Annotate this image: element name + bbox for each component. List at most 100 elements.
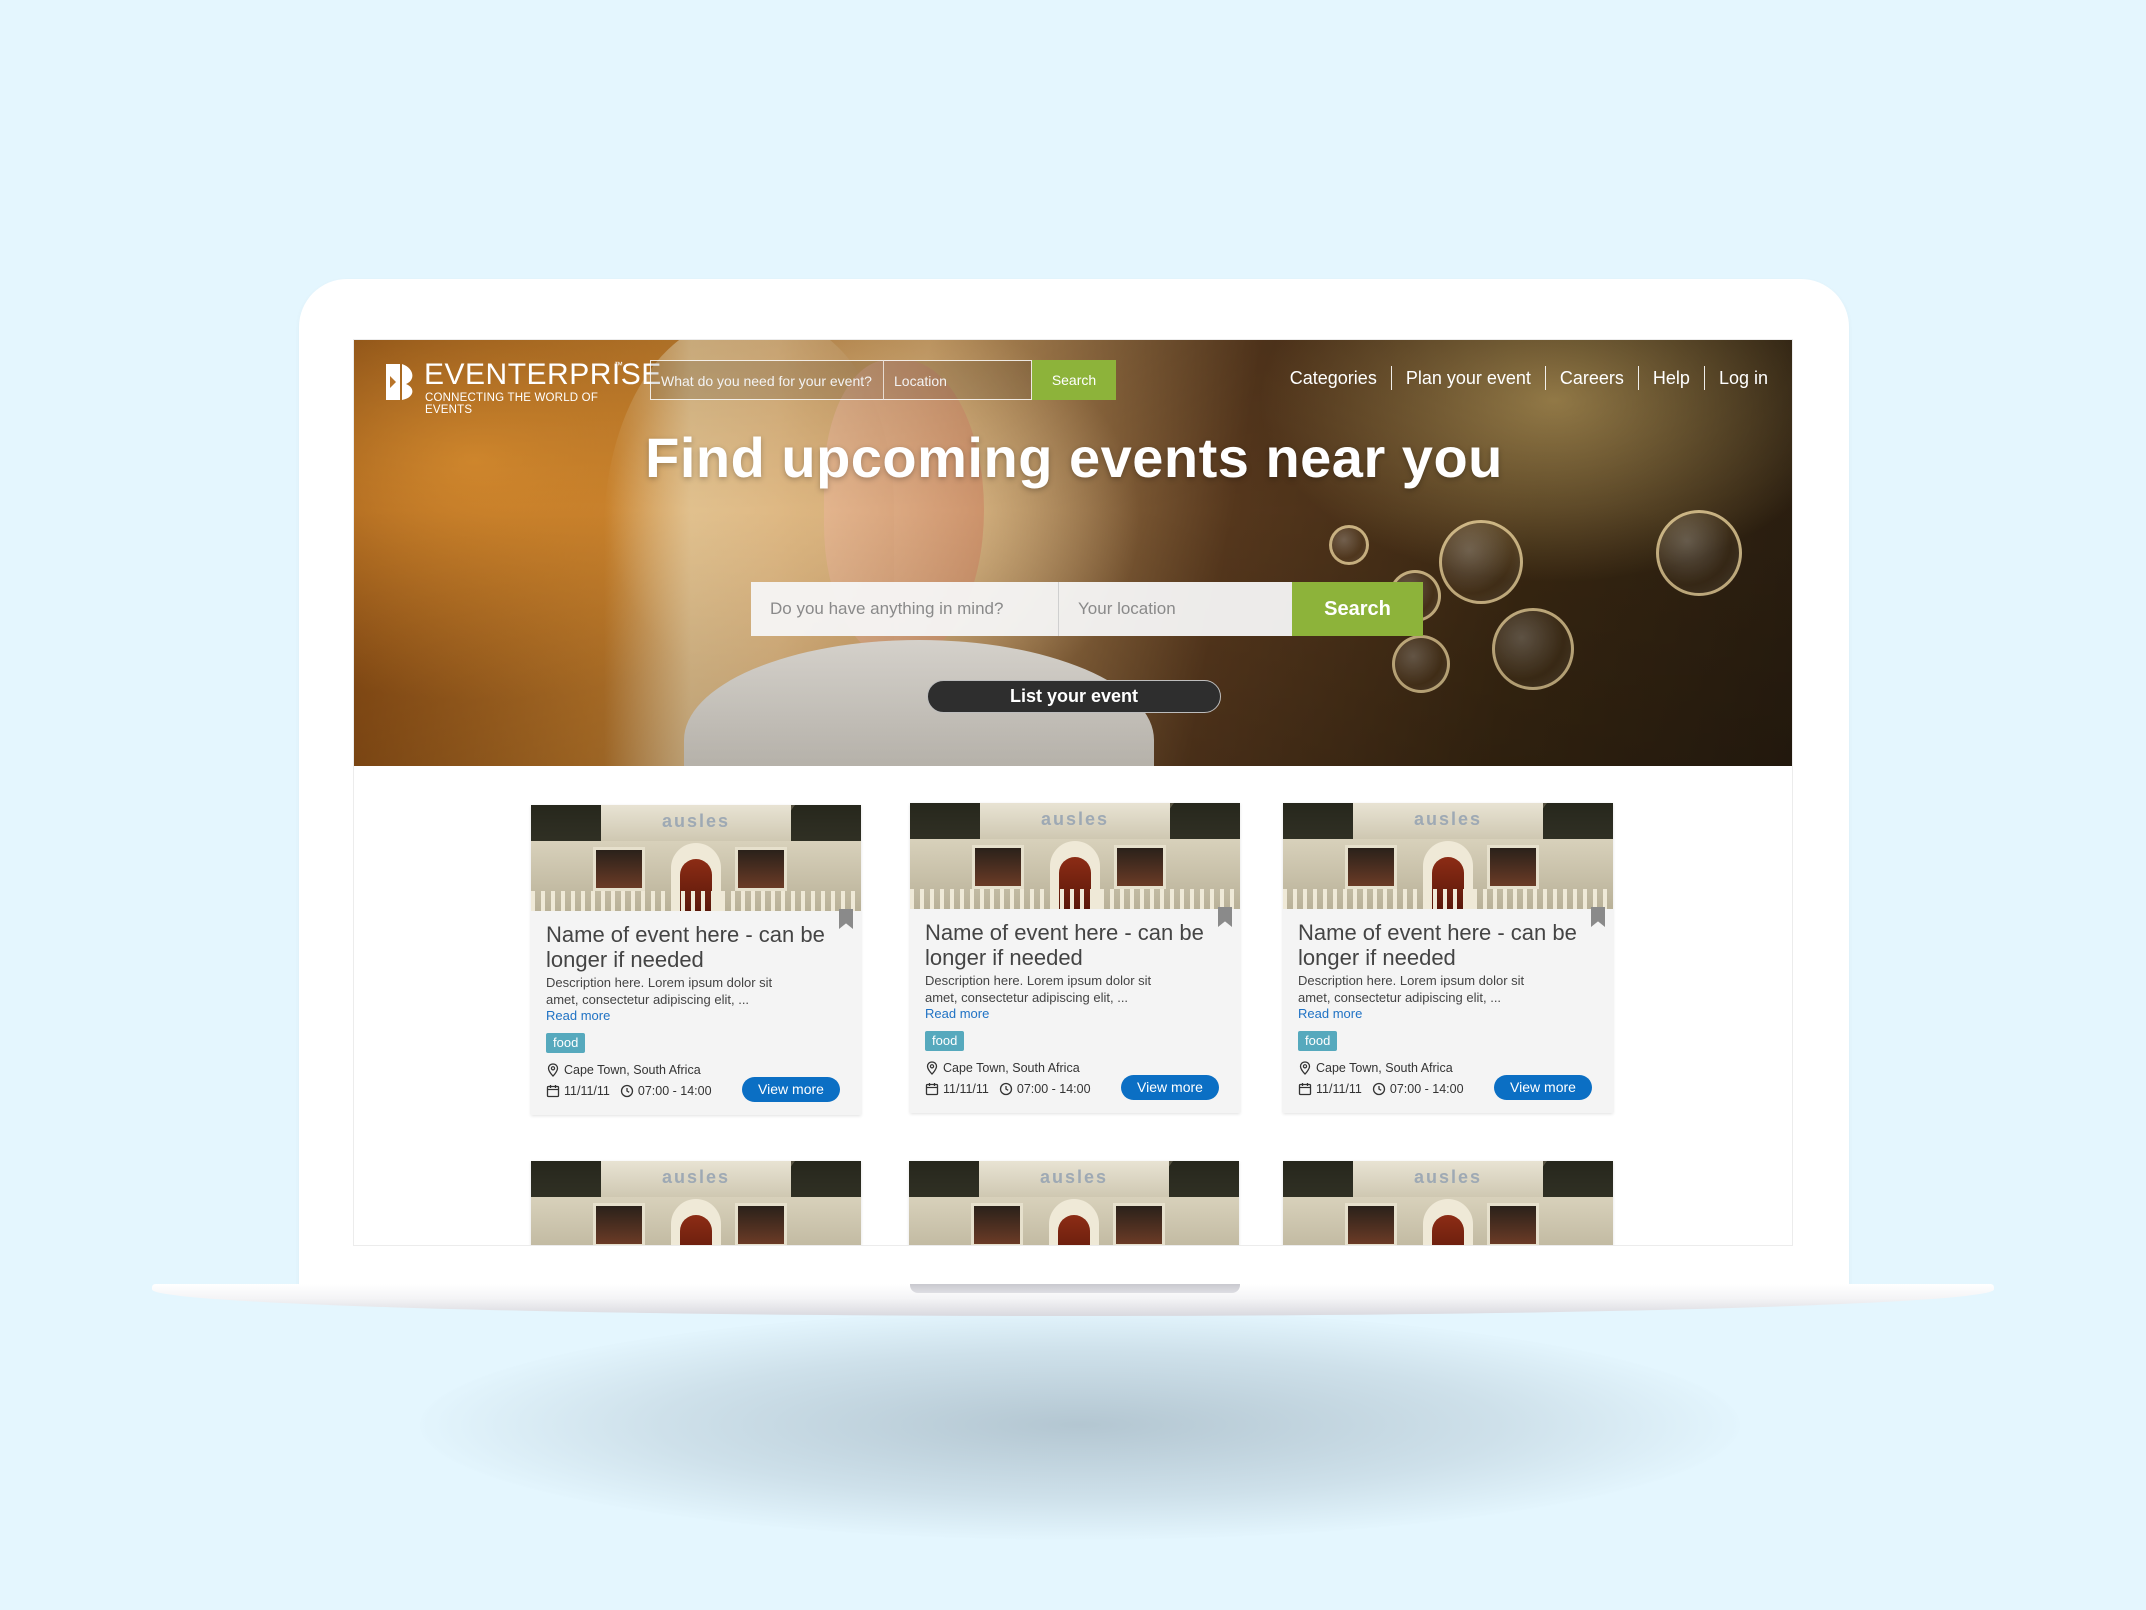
event-time: 07:00 - 14:00: [1389, 1082, 1464, 1096]
hero-search-button[interactable]: Search: [1292, 582, 1423, 636]
building-window: [1345, 845, 1397, 889]
building-sign: ausles: [1039, 1167, 1109, 1187]
top-nav: Categories Plan your event Careers Help …: [1276, 366, 1768, 390]
building-door: [1432, 1215, 1464, 1245]
event-datetime: 11/11/11 07:00 - 14:00: [546, 1084, 712, 1098]
event-card[interactable]: ausles: [1283, 1161, 1613, 1245]
building-door: [680, 1215, 712, 1245]
event-date: 11/11/11: [564, 1084, 610, 1098]
calendar-icon: [546, 1085, 560, 1098]
event-card[interactable]: ausles: [909, 1161, 1239, 1245]
building-roof: ausles: [980, 803, 1170, 839]
event-time: 07:00 - 14:00: [1016, 1082, 1091, 1096]
building-window: [1487, 1203, 1539, 1245]
building-door: [1058, 1215, 1090, 1245]
event-location-text: Cape Town, South Africa: [564, 1063, 701, 1077]
event-image[interactable]: ausles: [531, 1161, 861, 1245]
category-tag[interactable]: food: [1298, 1031, 1338, 1051]
nav-categories[interactable]: Categories: [1276, 366, 1391, 390]
building-fence: [1283, 889, 1613, 909]
view-more-button[interactable]: View more: [1494, 1075, 1592, 1100]
building-window: [1113, 1203, 1165, 1245]
calendar-icon: [1298, 1083, 1312, 1096]
event-title[interactable]: Name of event here - can be longer if ne…: [1298, 920, 1608, 970]
clock-icon: [620, 1084, 634, 1098]
building-window: [971, 1203, 1023, 1245]
event-card[interactable]: ausles Name of event here - can be longe…: [531, 805, 861, 1115]
hero-location-input[interactable]: Your location: [1059, 582, 1292, 636]
building-sign: ausles: [661, 811, 731, 831]
event-image[interactable]: ausles: [910, 803, 1240, 909]
event-image[interactable]: ausles: [1283, 1161, 1613, 1245]
read-more-link[interactable]: Read more: [925, 1006, 989, 1021]
building-window: [1114, 845, 1166, 889]
building-roof: ausles: [1353, 803, 1543, 839]
event-description: Description here. Lorem ipsum dolor sit …: [1298, 973, 1525, 1005]
event-image[interactable]: ausles: [531, 805, 861, 911]
header-location-input[interactable]: Location: [884, 360, 1032, 400]
building-roof: ausles: [1353, 1161, 1543, 1197]
event-image[interactable]: ausles: [909, 1161, 1239, 1245]
map-pin-icon: [547, 1063, 559, 1077]
nav-plan-your-event[interactable]: Plan your event: [1390, 366, 1545, 390]
header-search-bar: What do you need for your event? Locatio…: [650, 360, 1116, 400]
laptop-notch: [910, 1284, 1240, 1293]
event-card[interactable]: ausles Name of event here - can be longe…: [1283, 803, 1613, 1113]
building-window: [735, 847, 787, 891]
nav-help[interactable]: Help: [1637, 366, 1704, 390]
building-sign: ausles: [661, 1167, 731, 1187]
nav-log-in[interactable]: Log in: [1703, 366, 1768, 390]
category-tag[interactable]: food: [546, 1033, 586, 1053]
building-roof: ausles: [979, 1161, 1169, 1197]
event-datetime: 11/11/11 07:00 - 14:00: [925, 1082, 1091, 1096]
calendar-icon: [925, 1083, 939, 1096]
event-card[interactable]: ausles Name of event here - can be longe…: [910, 803, 1240, 1113]
event-time: 07:00 - 14:00: [637, 1084, 712, 1098]
header-search-button[interactable]: Search: [1032, 360, 1116, 400]
event-location: Cape Town, South Africa: [925, 1061, 1080, 1075]
event-title[interactable]: Name of event here - can be longer if ne…: [546, 922, 856, 972]
eventerprise-logo-icon: [386, 364, 413, 400]
hero-banner: EVENTERPRISE ™ CONNECTING THE WORLD OF E…: [354, 340, 1792, 766]
building-fence: [531, 891, 861, 911]
event-location: Cape Town, South Africa: [546, 1063, 701, 1077]
map-pin-icon: [926, 1061, 938, 1075]
view-more-button[interactable]: View more: [742, 1077, 840, 1102]
view-more-button[interactable]: View more: [1121, 1075, 1219, 1100]
list-your-event-button[interactable]: List your event: [927, 680, 1221, 713]
building-sign: ausles: [1413, 1167, 1483, 1187]
event-title[interactable]: Name of event here - can be longer if ne…: [925, 920, 1235, 970]
read-more-link[interactable]: Read more: [546, 1008, 610, 1023]
building-sign: ausles: [1413, 809, 1483, 829]
event-date: 11/11/11: [1316, 1082, 1362, 1096]
event-image[interactable]: ausles: [1283, 803, 1613, 909]
clock-icon: [999, 1082, 1013, 1096]
header-search-input[interactable]: What do you need for your event?: [650, 360, 884, 400]
building-window: [1487, 845, 1539, 889]
building-window: [1345, 1203, 1397, 1245]
event-description: Description here. Lorem ipsum dolor sit …: [546, 975, 773, 1007]
event-location-text: Cape Town, South Africa: [943, 1061, 1080, 1075]
event-location: Cape Town, South Africa: [1298, 1061, 1453, 1075]
building-window: [593, 1203, 645, 1245]
building-window: [735, 1203, 787, 1245]
read-more-link[interactable]: Read more: [1298, 1006, 1362, 1021]
category-tag[interactable]: food: [925, 1031, 965, 1051]
clock-icon: [1372, 1082, 1386, 1096]
nav-careers[interactable]: Careers: [1544, 366, 1638, 390]
event-datetime: 11/11/11 07:00 - 14:00: [1298, 1082, 1464, 1096]
event-card[interactable]: ausles: [531, 1161, 861, 1245]
laptop-shadow: [420, 1310, 1740, 1540]
building-window: [593, 847, 645, 891]
event-date: 11/11/11: [943, 1082, 989, 1096]
logo-name: EVENTERPRISE: [424, 358, 662, 391]
browser-viewport: EVENTERPRISE ™ CONNECTING THE WORLD OF E…: [353, 339, 1793, 1246]
logo-trademark: ™: [614, 360, 623, 370]
eventerprise-logo[interactable]: EVENTERPRISE ™ CONNECTING THE WORLD OF E…: [382, 356, 661, 416]
building-fence: [910, 889, 1240, 909]
building-roof: ausles: [601, 805, 791, 841]
hero-search-input[interactable]: Do you have anything in mind?: [751, 582, 1059, 636]
event-location-text: Cape Town, South Africa: [1316, 1061, 1453, 1075]
building-window: [972, 845, 1024, 889]
event-description: Description here. Lorem ipsum dolor sit …: [925, 973, 1152, 1005]
